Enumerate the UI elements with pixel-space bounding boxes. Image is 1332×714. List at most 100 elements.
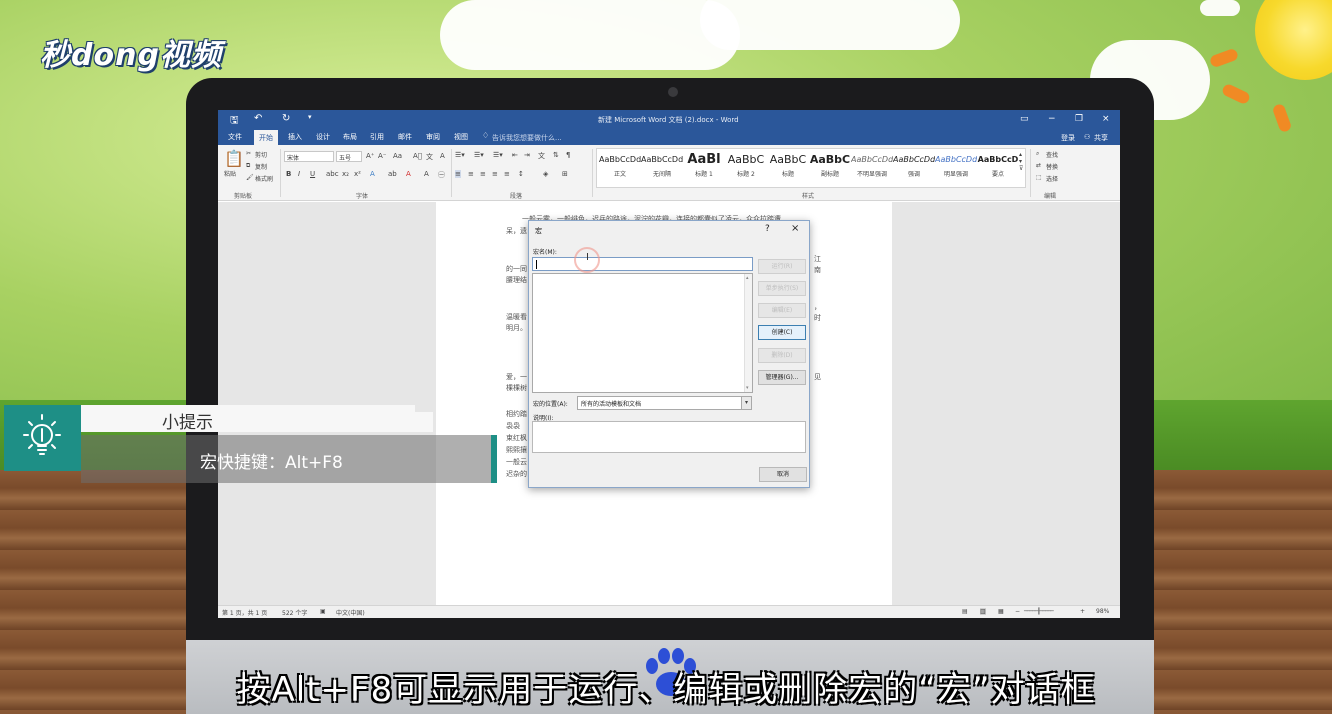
find-button[interactable]: 查找	[1046, 150, 1058, 159]
superscript-icon[interactable]: x²	[354, 170, 361, 178]
italic-icon[interactable]: I	[298, 170, 300, 178]
copy-icon[interactable]: ⧉	[246, 162, 250, 170]
cut-button[interactable]: 剪切	[255, 150, 267, 159]
scroll-up-icon[interactable]: ▴	[746, 275, 749, 281]
zoom-in-icon[interactable]: +	[1080, 608, 1085, 615]
font-name-select[interactable]: 宋体	[284, 151, 334, 162]
bold-icon[interactable]: B	[286, 170, 291, 178]
create-button[interactable]: 创建(C)	[758, 325, 806, 340]
language-indicator[interactable]: 中文(中国)	[336, 608, 365, 617]
tab-mailings[interactable]: 邮件	[398, 132, 412, 142]
clear-format-icon[interactable]: A⃠	[413, 152, 422, 160]
qat-customize-icon[interactable]: ▾	[308, 113, 312, 121]
edit-button[interactable]: 编辑(E)	[758, 303, 806, 318]
char-shading-icon[interactable]: A	[424, 170, 429, 178]
replace-icon[interactable]: ⇄	[1036, 162, 1041, 169]
ribbon-display-icon[interactable]: ▭	[1020, 114, 1029, 124]
chevron-down-icon[interactable]: ▾	[741, 397, 751, 409]
tab-home[interactable]: 开始	[254, 130, 278, 145]
bullets-icon[interactable]: ☰▾	[455, 151, 465, 159]
help-button[interactable]: ?	[765, 224, 770, 234]
char-border-icon[interactable]: A	[440, 152, 445, 160]
zoom-out-icon[interactable]: −	[1015, 608, 1020, 615]
copy-button[interactable]: 复制	[255, 162, 267, 171]
style-normal[interactable]: AaBbCcDd 正文	[599, 151, 641, 187]
format-painter-icon[interactable]: 🖌	[246, 174, 254, 181]
share-button[interactable]: 共享	[1094, 133, 1108, 143]
dialog-close-button[interactable]: ×	[791, 223, 799, 234]
show-marks-icon[interactable]: ¶	[566, 151, 570, 159]
strikethrough-icon[interactable]: abc	[326, 170, 339, 178]
find-icon[interactable]: ⌕	[1036, 150, 1039, 158]
borders-icon[interactable]: ⊞	[562, 170, 568, 178]
subscript-icon[interactable]: x₂	[342, 170, 349, 178]
word-count[interactable]: 522 个字	[282, 608, 307, 617]
style-strong[interactable]: AaBbCcD 要点	[977, 151, 1019, 187]
undo-icon[interactable]: ↶	[254, 113, 262, 124]
style-subtle-emphasis[interactable]: AaBbCcDd 不明显强调	[851, 151, 893, 187]
macro-list-scrollbar[interactable]: ▴ ▾	[744, 274, 752, 392]
macro-location-select[interactable]: 所有的活动模板和文档 ▾	[577, 396, 752, 410]
gallery-scroll-icon[interactable]: ▴ ▾ ⊽	[1019, 151, 1023, 172]
web-layout-icon[interactable]: ▦	[998, 608, 1004, 615]
style-emphasis[interactable]: AaBbCcDd 强调	[893, 151, 935, 187]
font-color-icon[interactable]: A	[406, 170, 411, 178]
enclose-char-icon[interactable]: ㊀	[438, 170, 445, 180]
organizer-button[interactable]: 管理器(G)...	[758, 370, 806, 385]
run-button[interactable]: 运行(R)	[758, 259, 806, 274]
increase-indent-icon[interactable]: ⇥	[524, 151, 530, 159]
decrease-indent-icon[interactable]: ⇤	[512, 151, 518, 159]
font-size-select[interactable]: 五号	[336, 151, 362, 162]
read-mode-icon[interactable]: ▤	[962, 608, 968, 615]
paste-icon[interactable]: 📋	[224, 149, 244, 168]
underline-icon[interactable]: U	[310, 170, 315, 178]
cancel-button[interactable]: 取消	[759, 467, 807, 482]
justify-icon[interactable]: ≡	[492, 170, 498, 178]
grow-font-icon[interactable]: A⁺	[366, 152, 374, 160]
align-right-icon[interactable]: ≡	[480, 170, 486, 178]
style-subtitle[interactable]: AaBbC 副标题	[809, 151, 851, 187]
zoom-slider[interactable]: ─────┃─────	[1024, 608, 1054, 615]
style-no-spacing[interactable]: AaBbCcDd 无间隔	[641, 151, 683, 187]
replace-button[interactable]: 替换	[1046, 162, 1058, 171]
tab-review[interactable]: 审阅	[426, 132, 440, 142]
style-intense-emphasis[interactable]: AaBbCcDd 明显强调	[935, 151, 977, 187]
style-heading-2[interactable]: AaBbC 标题 2	[725, 151, 767, 187]
delete-button[interactable]: 删除(D)	[758, 348, 806, 363]
tab-design[interactable]: 设计	[316, 132, 330, 142]
paste-label[interactable]: 粘贴	[224, 169, 236, 178]
redo-icon[interactable]: ↻	[282, 113, 290, 124]
cut-icon[interactable]: ✂	[246, 150, 251, 157]
tab-file[interactable]: 文件	[228, 132, 242, 142]
restore-icon[interactable]: ❐	[1075, 114, 1083, 124]
select-button[interactable]: 选择	[1046, 174, 1058, 183]
macro-name-input[interactable]	[532, 257, 753, 271]
style-heading-1[interactable]: AaBl 标题 1	[683, 151, 725, 187]
text-effects-icon[interactable]: A	[370, 170, 375, 178]
phonetic-guide-icon[interactable]: 文	[426, 152, 433, 162]
zoom-level[interactable]: 98%	[1096, 608, 1109, 615]
proofing-icon[interactable]: ▣	[320, 608, 326, 615]
print-layout-icon[interactable]: ▥	[980, 608, 986, 615]
tab-view[interactable]: 视图	[454, 132, 468, 142]
page-count[interactable]: 第 1 页，共 1 页	[222, 608, 267, 617]
chinese-layout-icon[interactable]: 文	[538, 151, 545, 161]
tab-insert[interactable]: 插入	[288, 132, 302, 142]
save-icon[interactable]: 🖫	[230, 113, 239, 130]
line-spacing-icon[interactable]: ↕	[518, 170, 524, 178]
shrink-font-icon[interactable]: A⁻	[378, 152, 386, 160]
sort-icon[interactable]: ⇅	[553, 151, 559, 159]
macro-list[interactable]: ▴ ▾	[532, 273, 753, 393]
shading-icon[interactable]: ◈	[543, 170, 548, 178]
tell-me-search[interactable]: 告诉我您想要做什么...	[492, 133, 562, 143]
distribute-icon[interactable]: ≡	[504, 170, 510, 178]
sign-in-link[interactable]: 登录	[1061, 133, 1075, 143]
tab-layout[interactable]: 布局	[343, 132, 357, 142]
align-center-icon[interactable]: ≡	[468, 170, 474, 178]
format-painter-button[interactable]: 格式刷	[255, 174, 273, 183]
align-left-icon[interactable]: ≡	[455, 170, 461, 178]
select-icon[interactable]: ⬚	[1036, 174, 1042, 181]
close-icon[interactable]: ×	[1102, 114, 1110, 124]
scroll-down-icon[interactable]: ▾	[746, 385, 749, 391]
step-into-button[interactable]: 单步执行(S)	[758, 281, 806, 296]
